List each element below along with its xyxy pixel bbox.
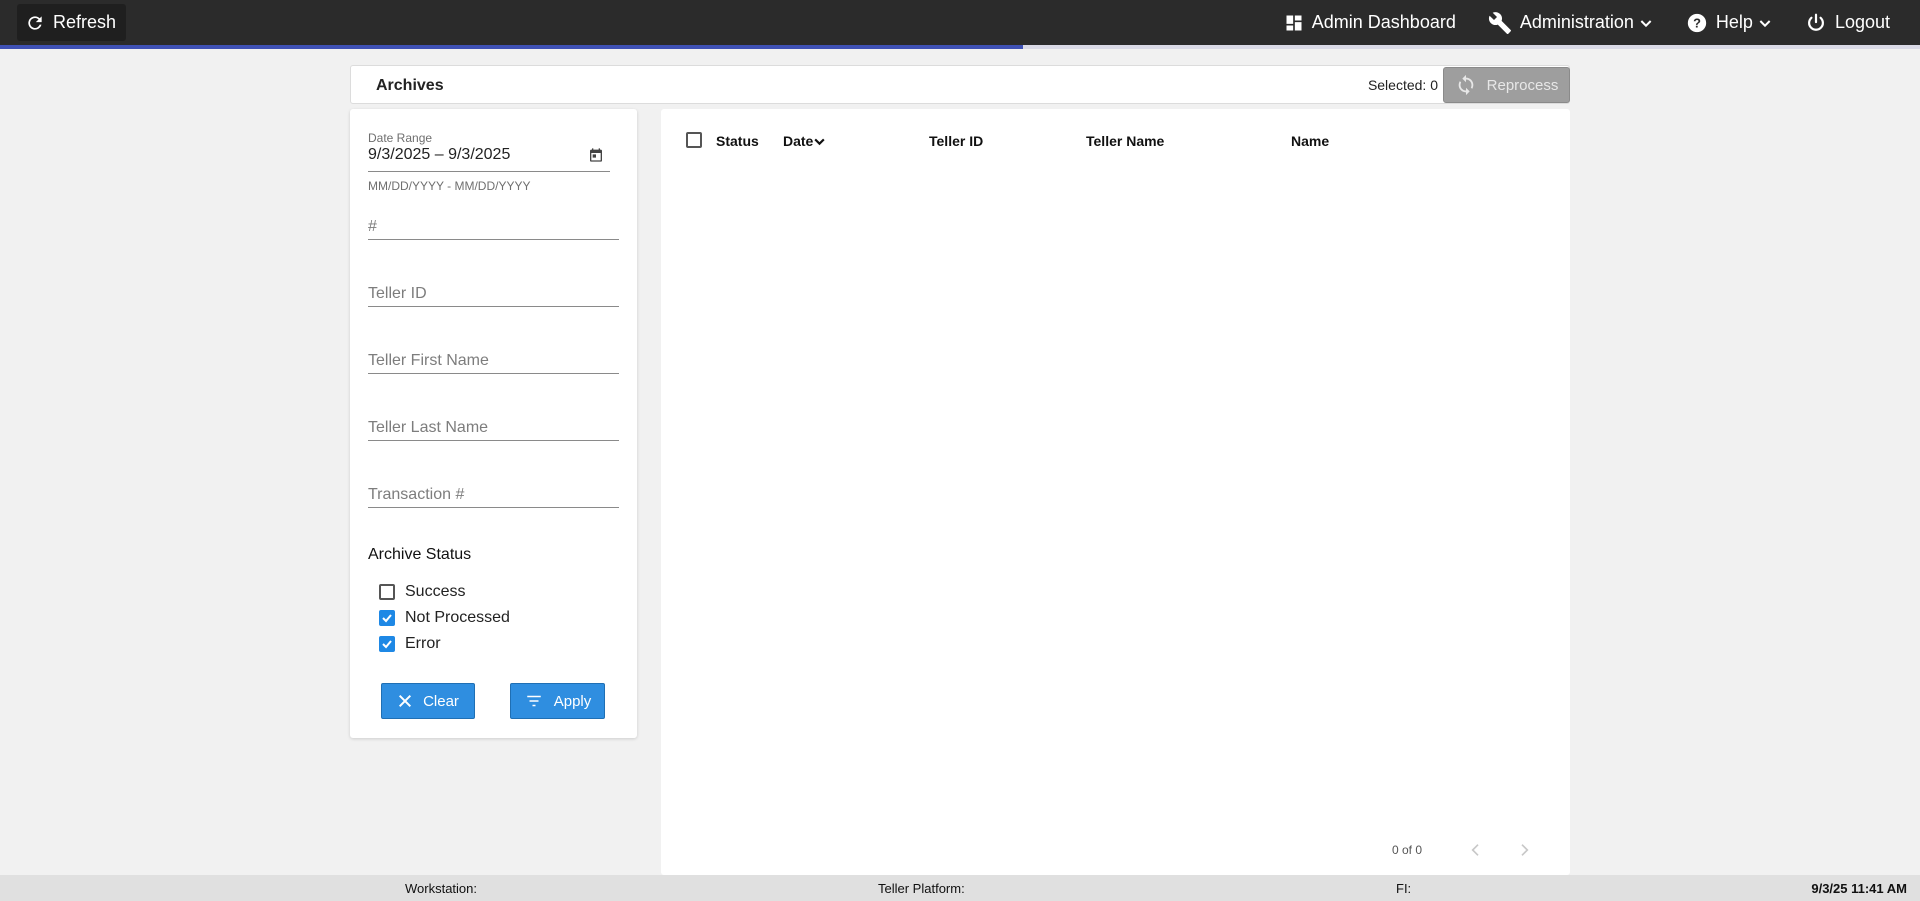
workstation-label: Workstation: bbox=[405, 881, 478, 896]
date-range-underline bbox=[368, 171, 610, 172]
svg-text:?: ? bbox=[1693, 15, 1701, 30]
teller-first-name-field bbox=[368, 344, 619, 374]
check-icon bbox=[382, 614, 392, 623]
teller-platform-label: Teller Platform: bbox=[878, 881, 965, 896]
calendar-icon[interactable] bbox=[588, 147, 604, 163]
clear-button[interactable]: Clear bbox=[381, 683, 475, 719]
apply-label: Apply bbox=[553, 692, 592, 710]
status-option-error[interactable]: Error bbox=[379, 635, 441, 653]
column-header-status[interactable]: Status bbox=[716, 133, 759, 149]
status-option-not-processed[interactable]: Not Processed bbox=[379, 609, 510, 627]
filter-panel: Date Range 9/3/2025 – 9/3/2025 MM/DD/YYY… bbox=[350, 109, 637, 738]
selected-count: Selected: 0 bbox=[1367, 77, 1438, 93]
chevron-right-icon[interactable] bbox=[1516, 842, 1532, 858]
administration-label: Administration bbox=[1519, 12, 1634, 32]
date-range-hint: MM/DD/YYYY - MM/DD/YYYY bbox=[368, 179, 531, 193]
power-icon bbox=[1807, 13, 1824, 31]
refresh-label: Refresh bbox=[53, 12, 117, 32]
loading-progress-bar bbox=[0, 45, 1920, 49]
logout-label: Logout bbox=[1834, 12, 1890, 32]
reprocess-button[interactable]: Reprocess bbox=[1443, 67, 1570, 103]
top-navbar: Refresh Admin Dashboard Administration ?… bbox=[0, 0, 1920, 45]
select-all-checkbox[interactable] bbox=[686, 132, 702, 148]
teller-first-name-input[interactable] bbox=[368, 344, 619, 372]
status-option-label: Not Processed bbox=[405, 609, 510, 626]
sort-descending-icon bbox=[814, 138, 825, 145]
transaction-number-field bbox=[368, 478, 619, 508]
pagination-range: 0 of 0 bbox=[1392, 843, 1423, 857]
status-footer: Workstation: Teller Platform: FI: 9/3/25… bbox=[0, 875, 1920, 901]
filter-icon bbox=[526, 695, 541, 707]
teller-last-name-field bbox=[368, 411, 619, 441]
column-header-teller-id[interactable]: Teller ID bbox=[929, 133, 983, 149]
column-header-date[interactable]: Date bbox=[783, 133, 826, 149]
status-option-label: Error bbox=[405, 635, 441, 652]
fi-label: FI: bbox=[1396, 881, 1412, 896]
transaction-number-input[interactable] bbox=[368, 478, 619, 506]
help-label: Help bbox=[1715, 12, 1753, 32]
number-input[interactable] bbox=[368, 210, 619, 238]
check-icon bbox=[382, 640, 392, 649]
status-option-label: Success bbox=[405, 583, 466, 600]
administration-menu[interactable]: Administration bbox=[1488, 11, 1654, 35]
checkbox[interactable] bbox=[379, 584, 395, 600]
help-menu[interactable]: ? Help bbox=[1686, 12, 1773, 34]
archives-table: Status Date Teller ID Teller Name Name 0… bbox=[661, 109, 1570, 875]
clear-label: Clear bbox=[423, 692, 459, 710]
page-header: Archives Selected: 0 Reprocess bbox=[350, 65, 1570, 104]
date-range-input[interactable]: 9/3/2025 – 9/3/2025 bbox=[368, 146, 510, 164]
page-title: Archives bbox=[376, 77, 444, 94]
help-icon: ? bbox=[1687, 13, 1707, 32]
column-header-date-label: Date bbox=[783, 133, 814, 149]
footer-datetime: 9/3/25 11:41 AM bbox=[1811, 881, 1907, 896]
close-icon bbox=[399, 694, 412, 708]
refresh-icon bbox=[28, 15, 42, 30]
teller-id-field bbox=[368, 277, 619, 307]
teller-last-name-input[interactable] bbox=[368, 411, 619, 439]
chevron-down-icon bbox=[1640, 19, 1652, 27]
column-header-name[interactable]: Name bbox=[1291, 133, 1329, 149]
column-header-teller-name[interactable]: Teller Name bbox=[1086, 133, 1164, 149]
checkbox[interactable] bbox=[379, 610, 395, 626]
wrench-icon bbox=[1488, 11, 1511, 34]
refresh-button[interactable]: Refresh bbox=[17, 4, 127, 41]
chevron-down-icon bbox=[1759, 19, 1771, 27]
admin-dashboard-label: Admin Dashboard bbox=[1311, 12, 1456, 32]
chevron-left-icon[interactable] bbox=[1468, 842, 1484, 858]
loading-progress-fill bbox=[0, 45, 1024, 49]
checkbox[interactable] bbox=[379, 636, 395, 652]
admin-dashboard-link[interactable]: Admin Dashboard bbox=[1284, 12, 1456, 33]
dashboard-icon bbox=[1286, 15, 1302, 30]
teller-id-input[interactable] bbox=[368, 277, 619, 305]
number-field bbox=[368, 210, 619, 240]
apply-button[interactable]: Apply bbox=[510, 683, 605, 719]
nav-menu: Admin Dashboard Administration ? Help Lo… bbox=[1252, 0, 1890, 45]
date-range-label: Date Range bbox=[368, 131, 433, 145]
reprocess-label: Reprocess bbox=[1486, 76, 1559, 94]
sync-icon bbox=[1458, 74, 1473, 96]
logout-button[interactable]: Logout bbox=[1805, 12, 1890, 34]
archive-status-label: Archive Status bbox=[368, 546, 472, 563]
status-option-success[interactable]: Success bbox=[379, 583, 465, 601]
